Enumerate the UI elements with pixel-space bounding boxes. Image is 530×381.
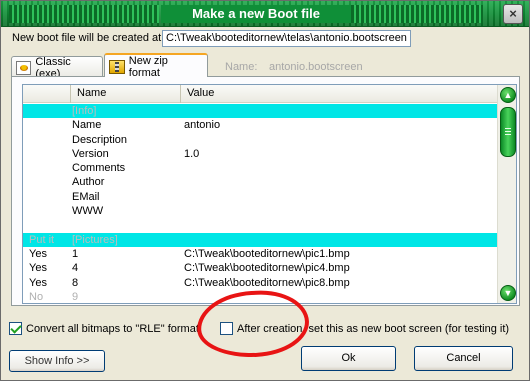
title-bar[interactable]: Make a new Boot file ×: [1, 1, 529, 27]
name-value: antonio.bootscreen: [269, 61, 363, 73]
name-cell: [Pictures]: [72, 233, 118, 246]
close-button[interactable]: ×: [503, 4, 523, 24]
properties-grid[interactable]: Name Value [Info] Name antonio Description V…: [22, 84, 517, 304]
table-row[interactable]: Comments: [23, 161, 497, 175]
grid-rows: [Info] Name antonio Description Version 1.0 Co…: [23, 104, 497, 303]
table-row[interactable]: Yes 4 C:\Tweak\booteditornew\pic4.bmp: [23, 261, 497, 275]
table-row[interactable]: WWW: [23, 204, 497, 218]
title-bar-grip-left: [9, 5, 159, 23]
name-cell: 1: [72, 247, 79, 260]
table-row[interactable]: Yes 1 C:\Tweak\booteditornew\pic1.bmp: [23, 247, 497, 261]
name-cell: WWW: [72, 205, 104, 218]
vertical-scrollbar[interactable]: ▲ ▼: [497, 85, 516, 303]
scroll-thumb[interactable]: [500, 107, 516, 157]
flag-cell: Yes: [29, 247, 47, 260]
name-cell: Description: [72, 133, 128, 146]
table-row[interactable]: EMail: [23, 190, 497, 204]
title-bar-grip-right: [351, 5, 483, 23]
table-row[interactable]: [23, 218, 497, 232]
set-boot-label: After creation, set this as new boot scr…: [237, 322, 510, 335]
cancel-button[interactable]: Cancel: [414, 346, 513, 371]
tab-zip-label: New zip format: [128, 55, 168, 79]
column-header-value[interactable]: Value: [181, 85, 497, 103]
flag-cell: Yes: [29, 262, 47, 275]
column-header-flag[interactable]: [23, 85, 71, 103]
name-cell: 8: [72, 276, 79, 289]
name-cell: Author: [72, 176, 105, 189]
rle-checkbox[interactable]: [9, 322, 22, 335]
tab-zip-format[interactable]: New zip format: [104, 53, 208, 79]
table-row[interactable]: Author: [23, 175, 497, 189]
value-cell: C:\Tweak\booteditornew\pic1.bmp: [184, 247, 350, 260]
rle-option[interactable]: Convert all bitmaps to "RLE" format: [9, 322, 199, 335]
classic-exe-icon: [16, 60, 32, 75]
ok-button[interactable]: Ok: [301, 346, 396, 371]
column-header-name[interactable]: Name: [71, 85, 181, 103]
path-field[interactable]: C:\Tweak\booteditornew\telas\antonio.boo…: [162, 30, 411, 47]
tab-classic-exe[interactable]: Classic (exe): [11, 56, 103, 80]
grid-header: Name Value: [23, 85, 497, 103]
name-cell: Name: [72, 119, 102, 132]
name-cell: 4: [72, 262, 79, 275]
show-info-button[interactable]: Show Info >>: [9, 350, 105, 372]
table-row[interactable]: Description: [23, 133, 497, 147]
flag-cell: Yes: [29, 276, 47, 289]
grid-section-row[interactable]: Put it [Pictures]: [23, 232, 497, 247]
name-cell: [Info]: [72, 105, 97, 117]
value-cell: antonio: [184, 119, 221, 132]
table-row[interactable]: No 9: [23, 290, 497, 303]
scroll-up-button[interactable]: ▲: [500, 87, 516, 103]
set-boot-checkbox[interactable]: [220, 322, 233, 335]
value-cell: 1.0: [184, 147, 200, 160]
flag-cell: Put it: [29, 233, 55, 246]
name-cell: Comments: [72, 162, 126, 175]
name-cell: Version: [72, 147, 109, 160]
scroll-down-button[interactable]: ▼: [500, 285, 516, 301]
set-boot-option[interactable]: After creation, set this as new boot scr…: [220, 322, 509, 335]
table-row[interactable]: Name antonio: [23, 118, 497, 132]
table-row[interactable]: Version 1.0: [23, 147, 497, 161]
path-label: New boot file will be created at: [12, 32, 162, 44]
value-cell: C:\Tweak\booteditornew\pic4.bmp: [184, 262, 350, 275]
name-label: Name:: [225, 61, 258, 73]
name-cell: 9: [72, 290, 79, 303]
name-cell: EMail: [72, 190, 100, 203]
value-cell: C:\Tweak\booteditornew\pic8.bmp: [184, 276, 350, 289]
zip-archive-icon: [109, 60, 125, 74]
flag-cell: No: [29, 290, 44, 303]
rle-label: Convert all bitmaps to "RLE" format: [26, 322, 199, 335]
window-title: Make a new Boot file: [161, 5, 351, 23]
grid-section-row[interactable]: [Info]: [23, 104, 497, 119]
table-row[interactable]: Yes 8 C:\Tweak\booteditornew\pic8.bmp: [23, 276, 497, 290]
make-boot-file-dialog: Make a new Boot file × New boot file wil…: [0, 0, 530, 381]
